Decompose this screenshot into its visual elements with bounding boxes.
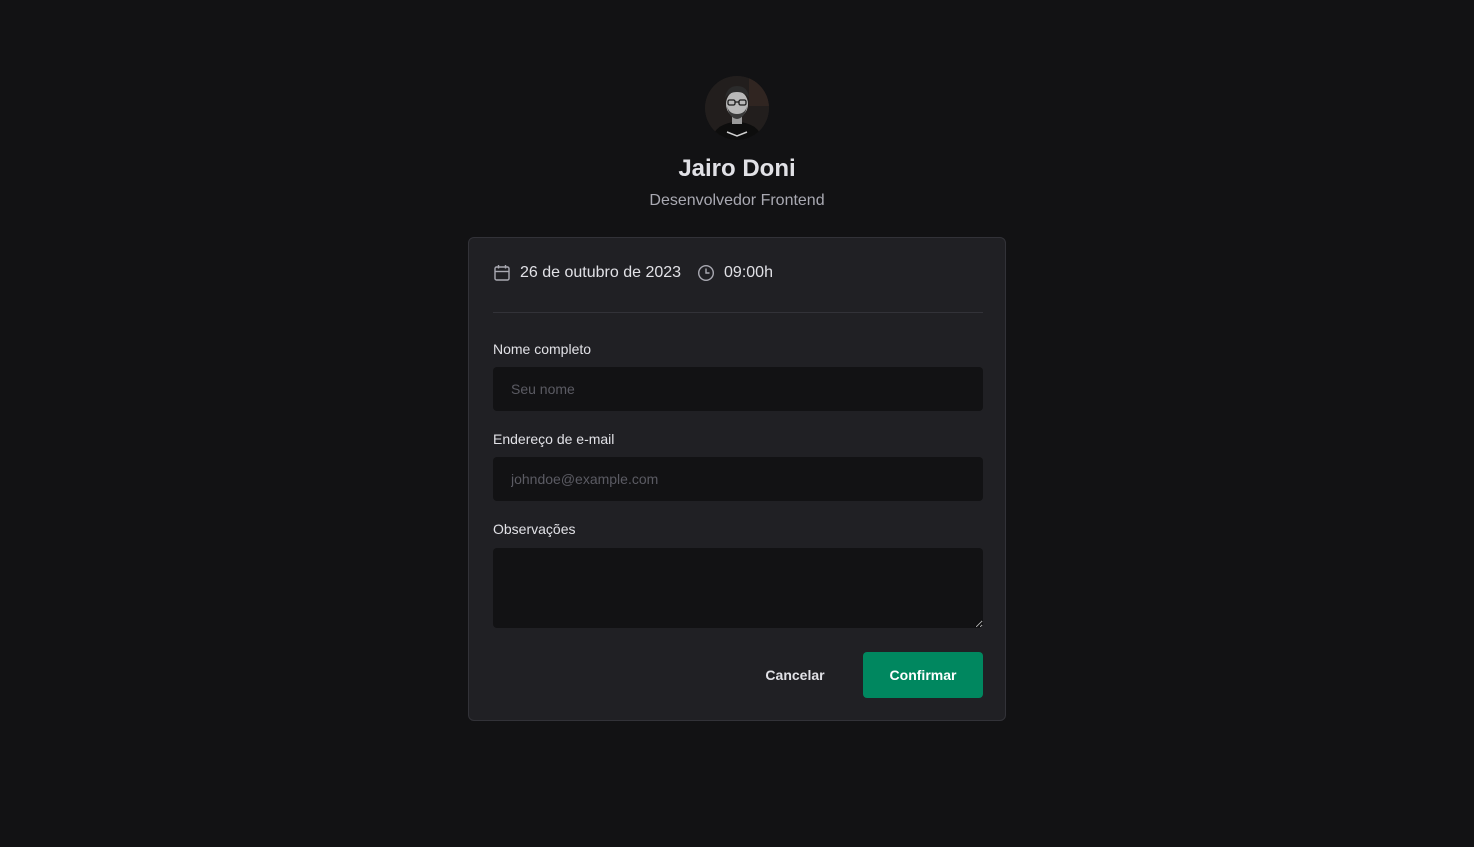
- notes-textarea[interactable]: [493, 548, 983, 628]
- email-input[interactable]: [493, 457, 983, 501]
- avatar: [705, 76, 769, 140]
- confirm-button[interactable]: Confirmar: [863, 652, 983, 698]
- booking-form: 26 de outubro de 2023 09:00h Nome comple…: [468, 237, 1006, 721]
- schedule-time: 09:00h: [697, 264, 773, 282]
- divider: [493, 312, 983, 313]
- calendar-icon: [493, 264, 511, 282]
- name-label: Nome completo: [493, 341, 592, 357]
- user-photo-icon: [705, 76, 769, 140]
- schedule-date: 26 de outubro de 2023: [493, 264, 681, 282]
- time-text: 09:00h: [724, 264, 773, 281]
- profile-name: Jairo Doni: [678, 155, 796, 182]
- profile-role: Desenvolvedor Frontend: [649, 192, 825, 209]
- clock-icon: [697, 264, 715, 282]
- profile-header: Jairo Doni Desenvolvedor Frontend: [0, 76, 1474, 212]
- notes-label: Observações: [493, 521, 576, 537]
- cancel-button[interactable]: Cancelar: [743, 652, 847, 698]
- email-label: Endereço de e-mail: [493, 431, 615, 447]
- schedule-info: 26 de outubro de 2023 09:00h: [493, 264, 773, 282]
- date-text: 26 de outubro de 2023: [520, 264, 682, 281]
- booking-page: Jairo Doni Desenvolvedor Frontend 26 de …: [0, 0, 1474, 847]
- name-input[interactable]: [493, 367, 983, 411]
